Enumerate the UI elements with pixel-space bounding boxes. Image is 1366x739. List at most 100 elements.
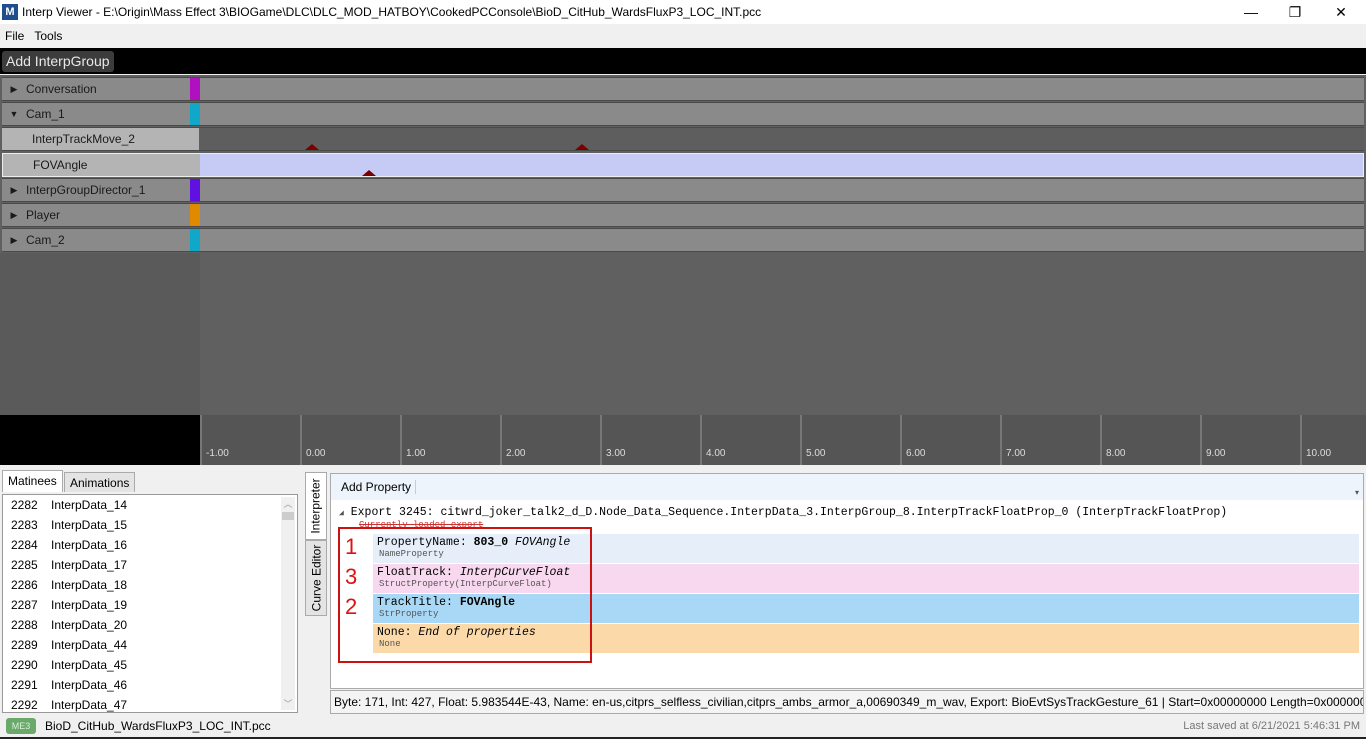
title-bar: M Interp Viewer - E:\Origin\Mass Effect … — [0, 0, 1366, 24]
list-item[interactable]: 2287 InterpData_19 — [3, 595, 297, 615]
keyframe[interactable] — [305, 144, 319, 150]
last-saved: Last saved at 6/21/2021 5:46:31 PM — [1183, 720, 1360, 732]
group-row[interactable]: ▶ InterpGroupDirector_1 — [2, 178, 1364, 202]
group-row[interactable]: ▶ Conversation — [2, 77, 1364, 101]
list-item[interactable]: 2283 InterpData_15 — [3, 515, 297, 535]
minimize-button[interactable]: — — [1228, 0, 1274, 24]
collapse-icon[interactable]: ◢ — [339, 509, 344, 518]
ruler-tick: 2.00 — [500, 415, 525, 465]
export-name: InterpData_45 — [51, 658, 128, 672]
ruler-tick: 9.00 — [1200, 415, 1225, 465]
ruler-tick: 0.00 — [300, 415, 325, 465]
ruler-label: 9.00 — [1206, 448, 1226, 459]
matinee-list[interactable]: 2282 InterpData_14 2283 InterpData_15 2284 In… — [2, 494, 298, 713]
timeline: ▶ Conversation ▼ Cam_1 InterpTrackMove_2 FOVA… — [0, 75, 1366, 415]
list-item[interactable]: 2289 InterpData_44 — [3, 635, 297, 655]
export-index: 2284 — [11, 538, 38, 552]
scroll-down-icon[interactable]: ﹀ — [281, 697, 295, 710]
chevron-down-icon[interactable]: ▼ — [2, 109, 26, 119]
ruler-blank — [0, 415, 200, 465]
restore-button[interactable]: ❐ — [1272, 0, 1318, 24]
ruler-label: -1.00 — [206, 448, 229, 459]
close-button[interactable]: ✕ — [1318, 0, 1364, 24]
export-index: 2288 — [11, 618, 38, 632]
property-toolbar: Add Property ▾ — [331, 474, 1363, 500]
group-name: Cam_1 — [26, 107, 65, 121]
track-row[interactable]: InterpTrackMove_2 — [2, 127, 1364, 151]
ruler-tick: 6.00 — [900, 415, 925, 465]
ruler-tick: 7.00 — [1000, 415, 1025, 465]
list-item[interactable]: 2290 InterpData_45 — [3, 655, 297, 675]
list-item[interactable]: 2291 InterpData_46 — [3, 675, 297, 695]
export-index: 2291 — [11, 678, 38, 692]
group-color — [190, 78, 200, 100]
menu-tools[interactable]: Tools — [29, 29, 67, 43]
ruler-label: 3.00 — [606, 448, 626, 459]
status-bar: ME3 BioD_CitHub_WardsFluxP3_LOC_INT.pcc … — [0, 715, 1366, 739]
group-color — [190, 229, 200, 251]
chevron-right-icon[interactable]: ▶ — [2, 235, 26, 246]
tab-curve-editor[interactable]: Curve Editor — [305, 540, 327, 616]
tab-matinees[interactable]: Matinees — [2, 470, 63, 492]
matinee-pane: Matinees Animations 2282 InterpData_14 228… — [0, 470, 302, 715]
export-index: 2289 — [11, 638, 38, 652]
chevron-right-icon[interactable]: ▶ — [2, 84, 26, 95]
scroll-thumb[interactable] — [282, 512, 294, 520]
group-color — [190, 179, 200, 201]
export-name: InterpData_18 — [51, 578, 128, 592]
group-row[interactable]: ▼ Cam_1 — [2, 102, 1364, 126]
game-badge: ME3 — [6, 718, 36, 734]
list-item[interactable]: 2282 InterpData_14 — [3, 495, 297, 515]
app-icon: M — [2, 4, 18, 20]
list-item[interactable]: 2285 InterpData_17 — [3, 555, 297, 575]
hex-status-line: Byte: 171, Int: 427, Float: 5.983544E-43… — [330, 690, 1364, 714]
track-row[interactable]: FOVAngle — [2, 152, 1364, 177]
track-lane[interactable] — [199, 128, 1364, 150]
list-scrollbar[interactable]: ︿ ﹀ — [281, 497, 295, 710]
export-name: InterpData_17 — [51, 558, 128, 572]
property-tree: ◢ Export 3245: citwrd_joker_talk2_d_D.No… — [331, 502, 1363, 688]
file-name: BioD_CitHub_WardsFluxP3_LOC_INT.pcc — [45, 719, 271, 733]
ruler-label: 7.00 — [1006, 448, 1026, 459]
annotation-box — [338, 527, 592, 663]
side-tabs: Interpreter Curve Editor — [305, 470, 327, 620]
ruler-label: 0.00 — [306, 448, 326, 459]
scroll-up-icon[interactable]: ︿ — [281, 497, 295, 510]
group-name: Cam_2 — [26, 233, 65, 247]
group-row[interactable]: ▶ Cam_2 — [2, 228, 1364, 252]
ruler-tick: 3.00 — [600, 415, 625, 465]
ruler-tick: -1.00 — [200, 415, 229, 465]
add-interpgroup-button[interactable]: Add InterpGroup — [2, 51, 114, 72]
export-index: 2292 — [11, 698, 38, 712]
ruler-label: 4.00 — [706, 448, 726, 459]
menu-file[interactable]: File — [0, 29, 29, 43]
group-row[interactable]: ▶ Player — [2, 203, 1364, 227]
group-name: InterpGroupDirector_1 — [26, 183, 146, 197]
group-name: Conversation — [26, 82, 97, 96]
menu-bar: File Tools — [0, 24, 1366, 48]
export-name: InterpData_14 — [51, 498, 128, 512]
tab-interpreter[interactable]: Interpreter — [305, 472, 327, 540]
group-color — [190, 103, 200, 125]
timeline-empty — [0, 253, 200, 415]
ruler-tick: 5.00 — [800, 415, 825, 465]
ruler-label: 10.00 — [1306, 448, 1332, 459]
export-node[interactable]: ◢ Export 3245: citwrd_joker_talk2_d_D.No… — [339, 506, 1227, 519]
interpreter-pane: Add Property ▾ ◢ Export 3245: citwrd_jok… — [330, 473, 1364, 689]
tab-animations[interactable]: Animations — [64, 472, 136, 492]
chevron-right-icon[interactable]: ▶ — [2, 185, 26, 196]
overflow-icon[interactable]: ▾ — [1355, 488, 1359, 497]
chevron-right-icon[interactable]: ▶ — [2, 210, 26, 221]
track-name: FOVAngle — [3, 153, 200, 176]
keyframe[interactable] — [362, 169, 376, 176]
list-item[interactable]: 2286 InterpData_18 — [3, 575, 297, 595]
export-index: 2286 — [11, 578, 38, 592]
keyframe[interactable] — [575, 144, 589, 150]
list-item[interactable]: 2284 InterpData_16 — [3, 535, 297, 555]
add-property-button[interactable]: Add Property — [337, 480, 417, 494]
list-item[interactable]: 2292 InterpData_47 — [3, 695, 297, 712]
time-ruler[interactable]: -1.00 0.00 1.00 2.00 3.00 4.00 5.00 6.00 7.00 8.0… — [0, 415, 1366, 465]
list-item[interactable]: 2288 InterpData_20 — [3, 615, 297, 635]
export-name: InterpData_44 — [51, 638, 128, 652]
track-lane[interactable] — [200, 153, 1363, 176]
